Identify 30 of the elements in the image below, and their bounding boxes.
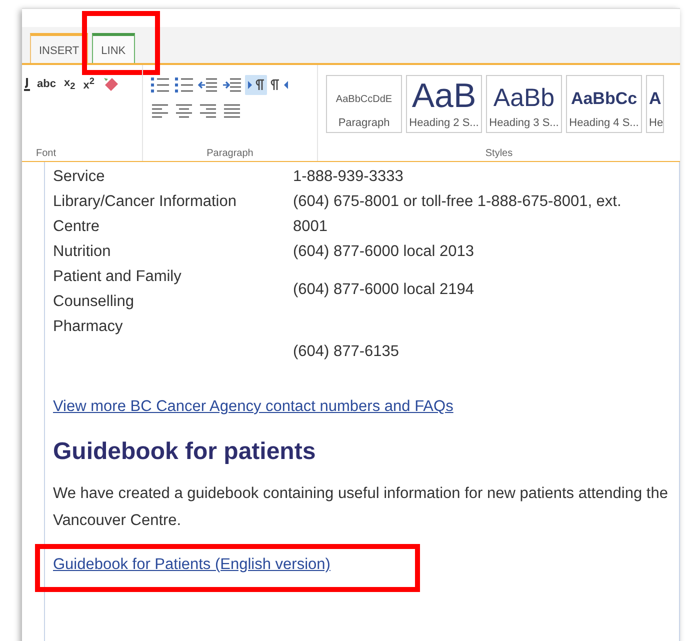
bulleted-list-icon[interactable] [149, 75, 171, 95]
contact-name: Patient and Family Counselling [53, 268, 182, 310]
intro-paragraph: We have created a guidebook containing useful information for new patients attending the Vancouver Centre. [53, 484, 669, 531]
contact-name: Pharmacy [53, 318, 123, 335]
contact-name: Library/Cancer Information Centre [53, 193, 236, 235]
group-label: Styles [484, 148, 514, 159]
section-heading: Guidebook for patients [53, 438, 317, 466]
group-label: Font [36, 148, 58, 159]
ribbon-tab[interactable]: LINK [92, 33, 135, 63]
format-button[interactable]: x$_{2}$ [62, 76, 76, 92]
contact-numbers-link[interactable]: View more BC Cancer Agency contact numbers and FAQs [53, 398, 454, 416]
phone-number: (604) 877-6000 local 2194 [293, 280, 474, 298]
style-preset[interactable]: AaBbCc Heading 4 S... [566, 75, 642, 133]
ribbon-tab[interactable]: INSERT [30, 33, 88, 63]
phone-number: (604) 675-8001 or toll-free 1-888-675-8001, ext. 8001 [293, 193, 622, 235]
contact-name: Service [53, 168, 105, 185]
group-label: Paragraph [206, 148, 254, 159]
style-preset[interactable]: AaB Heading 2 S... [406, 75, 482, 133]
format-button[interactable]: x$^{2}$ [82, 76, 96, 92]
style-preset[interactable]: AaBb Heading 3 S... [486, 75, 562, 133]
format-button[interactable]: abc [36, 78, 57, 90]
left-to-right-icon[interactable] [245, 75, 267, 95]
underline-icon[interactable] [24, 76, 30, 92]
phone-number: (604) 877-6135 [293, 343, 399, 360]
phone-number: 1-888-939-3333 [293, 168, 404, 185]
style-preset[interactable]: A He [646, 75, 664, 133]
style-preset[interactable]: AaBbCcDdE Paragraph [326, 75, 402, 133]
guidebook-link[interactable]: Guidebook for Patients (English version) [53, 556, 330, 573]
phone-number: (604) 877-6000 local 2013 [293, 243, 474, 260]
contact-name: Nutrition [53, 243, 111, 260]
